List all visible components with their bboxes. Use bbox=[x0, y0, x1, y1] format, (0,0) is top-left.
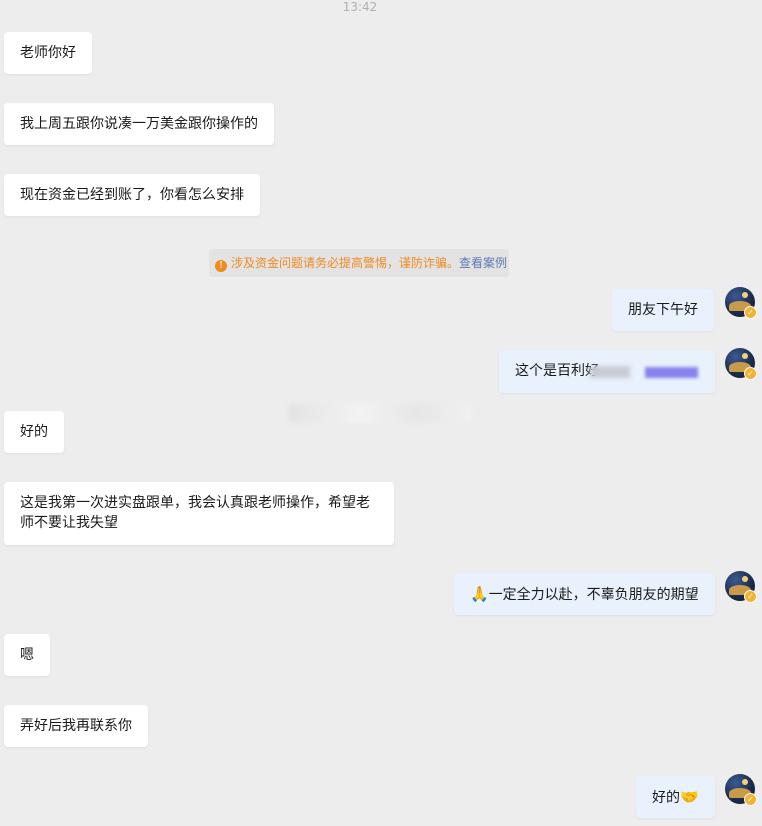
message-bubble-incoming[interactable]: 嗯 bbox=[4, 634, 50, 676]
redacted-block-gray bbox=[590, 366, 630, 378]
message-text: 好的 bbox=[652, 790, 680, 806]
chat-timestamp: 13:42 bbox=[342, 0, 378, 14]
handshake-emoji-icon: 🤝 bbox=[680, 788, 699, 806]
redacted-text bbox=[590, 366, 698, 378]
view-cases-link[interactable]: 查看案例 bbox=[459, 256, 507, 270]
blurred-system-message bbox=[288, 403, 472, 423]
message-bubble-outgoing[interactable]: 🙏一定全力以赴，不辜负朋友的期望 bbox=[454, 573, 715, 615]
verified-badge-icon: ✓ bbox=[744, 367, 757, 380]
verified-badge-icon: ✓ bbox=[744, 306, 757, 319]
avatar-moon-icon bbox=[742, 353, 748, 359]
pray-emoji-icon: 🙏 bbox=[470, 585, 489, 603]
avatar[interactable]: ✓ bbox=[725, 287, 757, 319]
message-bubble-incoming[interactable]: 这是我第一次进实盘跟单，我会认真跟老师操作，希望老师不要让我失望 bbox=[4, 482, 394, 545]
avatar-moon-icon bbox=[742, 292, 748, 298]
verified-badge-icon: ✓ bbox=[744, 793, 757, 806]
avatar[interactable]: ✓ bbox=[725, 774, 757, 806]
message-bubble-incoming[interactable]: 老师你好 bbox=[4, 32, 92, 74]
avatar[interactable]: ✓ bbox=[725, 571, 757, 603]
message-bubble-incoming[interactable]: 好的 bbox=[4, 411, 64, 453]
message-bubble-incoming[interactable]: 现在资金已经到账了，你看怎么安排 bbox=[4, 174, 260, 216]
warning-message: 涉及资金问题请务必提高警惕，谨防诈骗。 bbox=[231, 256, 460, 270]
message-bubble-outgoing[interactable]: 朋友下午好 bbox=[612, 289, 714, 331]
message-bubble-outgoing[interactable]: 好的🤝 bbox=[636, 776, 715, 818]
message-bubble-incoming[interactable]: 弄好后我再联系你 bbox=[4, 705, 148, 747]
fraud-warning-notice: ! 涉及资金问题请务必提高警惕，谨防诈骗。查看案例 bbox=[209, 249, 509, 277]
redacted-block-purple bbox=[645, 367, 698, 378]
avatar-moon-icon bbox=[742, 779, 748, 785]
avatar-moon-icon bbox=[742, 576, 748, 582]
avatar[interactable]: ✓ bbox=[725, 348, 757, 380]
message-text: 一定全力以赴，不辜负朋友的期望 bbox=[488, 587, 699, 603]
message-text: 这个是百利好 bbox=[515, 363, 599, 379]
warning-circle-icon: ! bbox=[215, 260, 227, 272]
message-bubble-incoming[interactable]: 我上周五跟你说凑一万美金跟你操作的 bbox=[4, 103, 274, 145]
verified-badge-icon: ✓ bbox=[744, 590, 757, 603]
